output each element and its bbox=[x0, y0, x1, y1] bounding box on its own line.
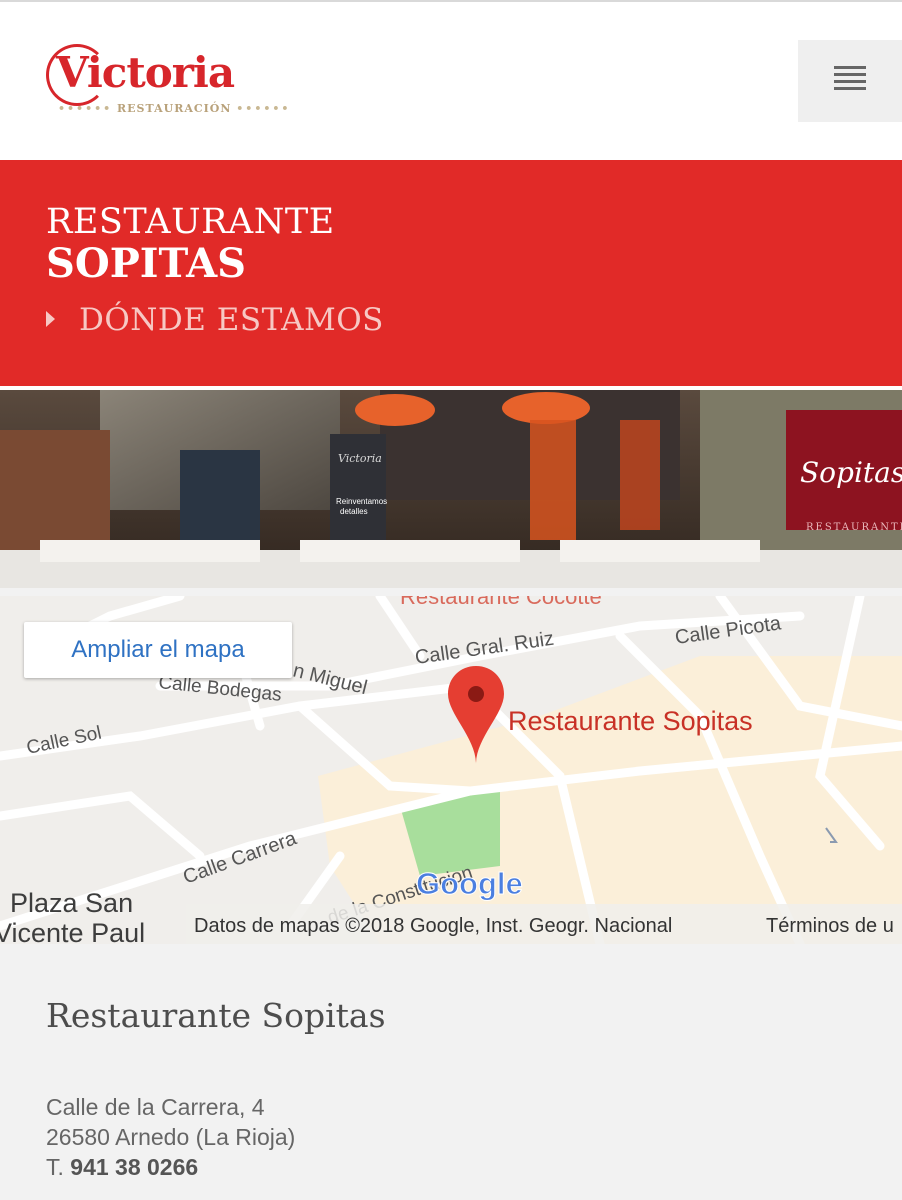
address-line1: Calle de la Carrera, 4 bbox=[46, 1094, 265, 1120]
standee-slogan-1: Reinventamos bbox=[336, 497, 387, 506]
phone-number[interactable]: 941 38 0266 bbox=[70, 1154, 198, 1180]
map-label-sol: Calle Sol bbox=[25, 723, 104, 759]
google-map[interactable]: Restaurante Cocotte Calle Gral. Ruiz Cal… bbox=[0, 596, 902, 944]
site-header: Victoria •••••• RESTAURACIÓN •••••• bbox=[0, 2, 902, 160]
phone-prefix: T. bbox=[46, 1154, 64, 1180]
expand-map-button[interactable]: Ampliar el mapa bbox=[24, 622, 292, 678]
map-label-san-miguel: n Miguel bbox=[291, 660, 370, 700]
victoria-logo[interactable]: Victoria •••••• RESTAURACIÓN •••••• bbox=[44, 42, 288, 122]
google-logo: Google bbox=[416, 866, 523, 901]
standee-slogan-2: detalles bbox=[340, 507, 368, 516]
map-label-gral-ruiz: Calle Gral. Ruiz bbox=[414, 628, 556, 669]
map-terms-link[interactable]: Términos de u bbox=[766, 915, 894, 937]
menu-button[interactable] bbox=[798, 40, 902, 122]
restaurant-photo: Victoria Reinventamos detalles Sopitas R… bbox=[0, 390, 902, 588]
sopitas-sign: Sopitas bbox=[800, 456, 902, 489]
page-banner: RESTAURANTE SOPITAS DÓNDE ESTAMOS bbox=[0, 160, 902, 386]
hamburger-menu-icon bbox=[834, 66, 868, 96]
map-label-plaza-line2: Vicente Paul bbox=[0, 918, 145, 944]
restaurant-name: Restaurante Sopitas bbox=[46, 996, 386, 1035]
standee-brand: Victoria bbox=[338, 452, 382, 465]
caret-right-icon bbox=[46, 311, 55, 327]
breadcrumb-label: DÓNDE ESTAMOS bbox=[79, 302, 384, 338]
map-attribution: Datos de mapas ©2018 Google, Inst. Geogr… bbox=[194, 915, 672, 937]
logo-tagline: •••••• RESTAURACIÓN •••••• bbox=[58, 102, 291, 115]
address-block: Calle de la Carrera, 4 26580 Arnedo (La … bbox=[46, 1092, 295, 1182]
banner-title-line1: RESTAURANTE bbox=[46, 202, 335, 242]
breadcrumb: DÓNDE ESTAMOS bbox=[46, 302, 384, 338]
address-line2: 26580 Arnedo (La Rioja) bbox=[46, 1124, 296, 1150]
map-label-top-partial: Restaurante Cocotte bbox=[400, 596, 602, 609]
phone-line: T. 941 38 0266 bbox=[46, 1152, 295, 1182]
contact-info: Restaurante Sopitas Calle de la Carrera,… bbox=[0, 944, 902, 1200]
banner-title-line2: SOPITAS bbox=[46, 240, 247, 287]
map-marker-label: Restaurante Sopitas bbox=[508, 706, 753, 736]
logo-wordmark: Victoria bbox=[56, 48, 235, 97]
sopitas-sign-sub: RESTAURANTE bbox=[806, 522, 902, 533]
map-label-plaza-line1: Plaza San bbox=[10, 888, 133, 918]
